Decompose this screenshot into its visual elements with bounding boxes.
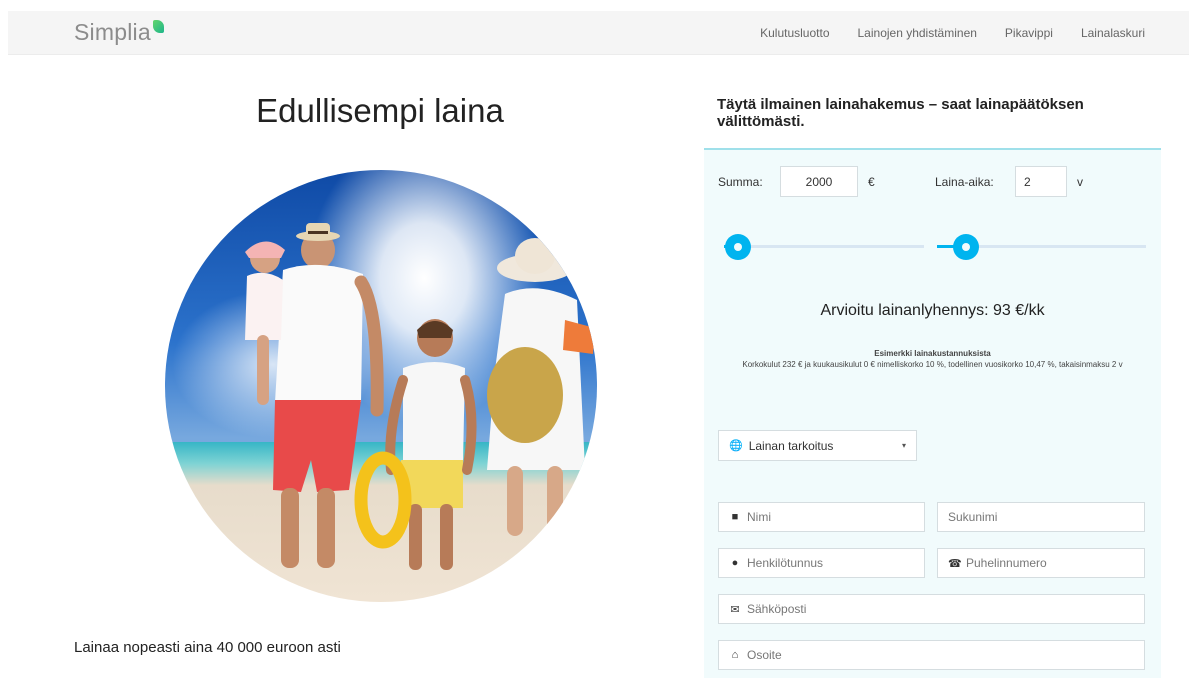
loan-purpose-placeholder: Lainan tarkoitus [748,438,834,453]
nav-link-pikavippi[interactable]: Pikavippi [1005,26,1053,40]
term-input[interactable]: 2 [1015,166,1067,197]
disclaimer-title: Esimerkki lainakustannuksista [874,349,991,358]
address-field[interactable]: ⌂ Osoite [718,640,1145,670]
disclaimer-text: Korkokulut 232 € ja kuukausikulut 0 € ni… [742,360,1123,369]
globe-icon: 🌐 [729,440,743,452]
last-name-field[interactable]: Sukunimi [937,502,1145,532]
term-slider-handle[interactable] [953,234,980,260]
amount-input[interactable]: 2000 [780,166,858,197]
user-icon: ■ [731,511,739,523]
email-placeholder: Sähköposti [747,602,807,616]
hero-tagline: Lainaa nopeasti aina 40 000 euroon asti [74,639,341,656]
amount-unit: € [868,174,875,189]
amount-slider[interactable] [724,234,924,260]
first-name-placeholder: Nimi [747,510,771,524]
hero-family-beach-image [165,170,597,602]
envelope-icon: ✉ [730,603,740,616]
term-slider[interactable] [937,234,1146,260]
loan-application-panel: Summa: 2000 € Laina-aika: 2 v Arvioitu l… [704,148,1161,678]
id-icon: ● [731,557,739,569]
logo-leaf-icon [152,20,164,33]
amount-slider-handle[interactable] [725,234,751,260]
logo-text: Simplia [74,19,151,45]
term-row: Laina-aika: 2 v [935,166,1083,197]
phone-placeholder: Puhelinnumero [966,556,1047,570]
phone-field[interactable]: ☎ Puhelinnumero [937,548,1145,578]
ssn-field[interactable]: ● Henkilötunnus [718,548,925,578]
nav-link-kulutusluotto[interactable]: Kulutusluotto [760,26,829,40]
logo[interactable]: Simplia [74,19,164,46]
first-name-field[interactable]: ■ Nimi [718,502,925,532]
cost-disclaimer: Esimerkki lainakustannuksista Korkokulut… [724,348,1141,370]
loan-purpose-select[interactable]: 🌐 Lainan tarkoitus ▾ [718,430,917,461]
term-unit: v [1077,174,1083,189]
amount-row: Summa: 2000 € [718,166,875,197]
home-icon: ⌂ [731,649,739,661]
address-placeholder: Osoite [747,648,782,662]
monthly-payment-estimate: Arvioitu lainanlyhennys: 93 €/kk [820,302,1045,319]
nav-link-lainojen-yhdistaminen[interactable]: Lainojen yhdistäminen [858,26,977,40]
phone-icon: ☎ [948,557,962,570]
main-nav: Kulutusluotto Lainojen yhdistäminen Pika… [760,11,1145,55]
nav-link-lainalaskuri[interactable]: Lainalaskuri [1081,26,1145,40]
amount-slider-track [724,245,924,248]
hero-title: Edullisempi laina [256,92,504,129]
amount-label: Summa: [718,174,763,189]
last-name-placeholder: Sukunimi [948,510,998,524]
form-heading: Täytä ilmainen lainahakemus – saat laina… [717,96,1084,130]
ssn-placeholder: Henkilötunnus [747,556,824,570]
chevron-down-icon: ▾ [901,441,906,450]
term-label: Laina-aika: [935,174,994,189]
email-field[interactable]: ✉ Sähköposti [718,594,1145,624]
top-navbar: Simplia Kulutusluotto Lainojen yhdistämi… [8,11,1189,55]
